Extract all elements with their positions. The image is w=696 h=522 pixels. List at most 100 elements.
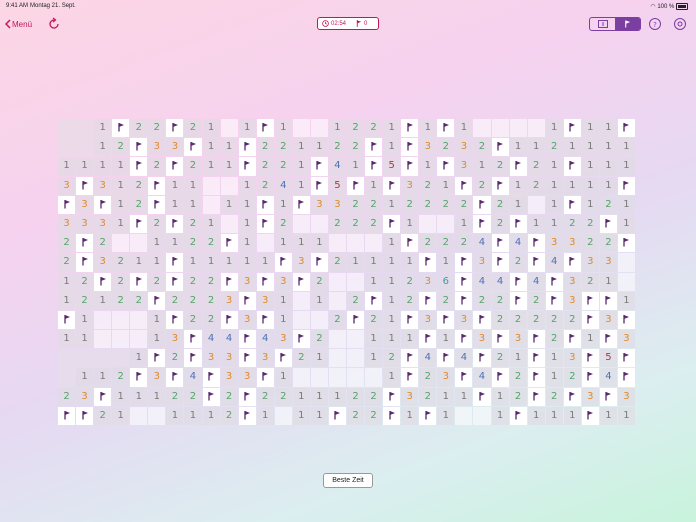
covered-cell[interactable] [130,330,148,349]
flagged-cell[interactable] [455,176,473,195]
flagged-cell[interactable] [274,349,292,368]
number-cell[interactable]: 2 [527,291,545,310]
number-cell[interactable]: 1 [563,176,581,195]
covered-cell[interactable] [473,406,491,425]
flagged-cell[interactable] [491,368,509,387]
number-cell[interactable]: 2 [220,387,238,406]
flagged-cell[interactable] [599,291,617,310]
number-cell[interactable]: 2 [383,349,401,368]
covered-cell[interactable] [509,119,527,138]
number-cell[interactable]: 2 [365,195,383,214]
number-cell[interactable]: 2 [94,406,112,425]
number-cell[interactable]: 2 [509,387,527,406]
number-cell[interactable]: 3 [76,214,94,234]
flagged-cell[interactable] [509,291,527,310]
number-cell[interactable]: 3 [328,195,346,214]
number-cell[interactable]: 2 [599,234,617,253]
number-cell[interactable]: 2 [76,291,94,310]
number-cell[interactable]: 1 [365,349,383,368]
number-cell[interactable]: 1 [563,406,581,425]
flagged-cell[interactable] [383,406,401,425]
number-cell[interactable]: 2 [599,195,617,214]
covered-cell[interactable] [220,214,238,234]
number-cell[interactable]: 1 [76,330,94,349]
number-cell[interactable]: 1 [328,119,346,138]
number-cell[interactable]: 1 [365,272,383,291]
covered-cell[interactable] [419,214,437,234]
flagged-cell[interactable] [274,253,292,272]
flagged-cell[interactable] [581,406,599,425]
number-cell[interactable]: 1 [148,234,166,253]
number-cell[interactable]: 2 [491,310,509,330]
flagged-cell[interactable] [491,234,509,253]
number-cell[interactable]: 1 [365,330,383,349]
number-cell[interactable]: 3 [58,214,76,234]
number-cell[interactable]: 1 [545,349,563,368]
covered-cell[interactable] [202,195,220,214]
number-cell[interactable]: 1 [202,253,220,272]
number-cell[interactable]: 1 [545,176,563,195]
covered-cell[interactable] [365,234,383,253]
number-cell[interactable]: 3 [292,253,310,272]
number-cell[interactable]: 2 [310,272,328,291]
back-button[interactable]: Menü [5,17,32,31]
flagged-cell[interactable] [112,119,130,138]
number-cell[interactable]: 2 [184,291,202,310]
number-cell[interactable]: 1 [238,195,256,214]
number-cell[interactable]: 2 [112,368,130,387]
flagged-cell[interactable] [76,176,94,195]
flagged-cell[interactable] [383,176,401,195]
number-cell[interactable]: 2 [328,138,346,157]
number-cell[interactable]: 3 [58,176,76,195]
flagged-cell[interactable] [527,349,545,368]
number-cell[interactable]: 1 [310,138,328,157]
number-cell[interactable]: 3 [509,330,527,349]
number-cell[interactable]: 1 [274,291,292,310]
flagged-cell[interactable] [310,157,328,176]
covered-cell[interactable] [112,310,130,330]
number-cell[interactable]: 1 [419,119,437,138]
number-cell[interactable]: 2 [166,291,184,310]
number-cell[interactable]: 2 [545,310,563,330]
number-cell[interactable]: 4 [202,330,220,349]
flagged-cell[interactable] [256,195,274,214]
covered-cell[interactable] [328,368,346,387]
number-cell[interactable]: 1 [347,253,365,272]
number-cell[interactable]: 1 [310,406,328,425]
flagged-cell[interactable] [473,387,491,406]
covered-cell[interactable] [310,368,328,387]
number-cell[interactable]: 3 [581,253,599,272]
covered-cell[interactable] [310,214,328,234]
number-cell[interactable]: 2 [365,406,383,425]
number-cell[interactable]: 2 [473,291,491,310]
flagged-cell[interactable] [599,387,617,406]
number-cell[interactable]: 1 [383,368,401,387]
number-cell[interactable]: 1 [148,310,166,330]
number-cell[interactable]: 3 [76,387,94,406]
number-cell[interactable]: 1 [599,406,617,425]
flagged-cell[interactable] [473,349,491,368]
number-cell[interactable]: 3 [238,272,256,291]
flagged-cell[interactable] [563,387,581,406]
number-cell[interactable]: 2 [76,272,94,291]
number-cell[interactable]: 1 [545,368,563,387]
number-cell[interactable]: 1 [581,119,599,138]
flagged-cell[interactable] [94,195,112,214]
number-cell[interactable]: 1 [419,157,437,176]
number-cell[interactable]: 1 [112,387,130,406]
number-cell[interactable]: 6 [437,272,455,291]
number-cell[interactable]: 1 [220,253,238,272]
number-cell[interactable]: 2 [112,272,130,291]
number-cell[interactable]: 1 [148,330,166,349]
number-cell[interactable]: 2 [545,330,563,349]
covered-cell[interactable] [491,119,509,138]
flagged-cell[interactable] [437,310,455,330]
number-cell[interactable]: 1 [94,138,112,157]
number-cell[interactable]: 1 [455,119,473,138]
covered-cell[interactable] [455,406,473,425]
flagged-cell[interactable] [238,349,256,368]
number-cell[interactable]: 1 [256,406,274,425]
number-cell[interactable]: 1 [383,195,401,214]
number-cell[interactable]: 1 [166,406,184,425]
number-cell[interactable]: 1 [310,349,328,368]
